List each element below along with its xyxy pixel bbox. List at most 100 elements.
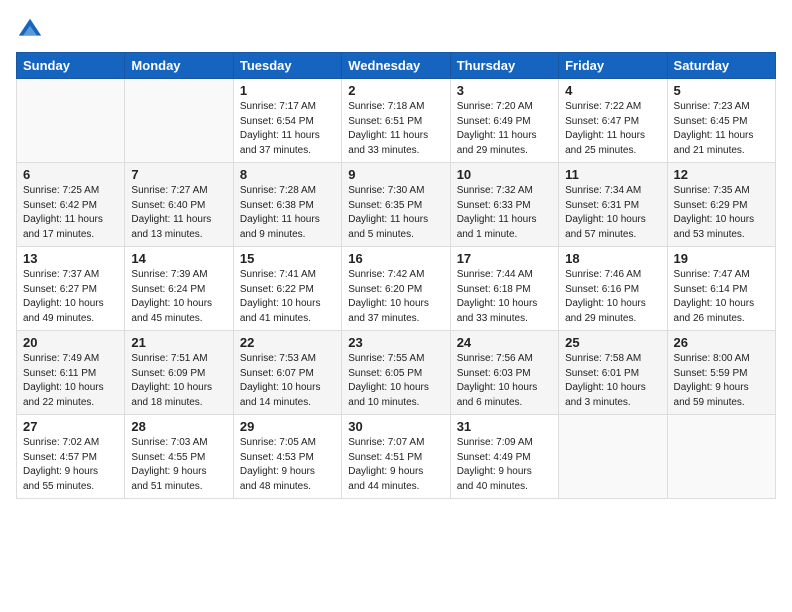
day-info: Sunrise: 7:41 AM Sunset: 6:22 PM Dayligh… <box>240 268 335 326</box>
calendar-cell: 6 Sunrise: 7:25 AM Sunset: 6:42 PM Daylig… <box>17 163 125 247</box>
calendar-cell: 28 Sunrise: 7:03 AM Sunset: 4:55 PM Dayli… <box>125 415 233 499</box>
day-info: Sunrise: 7:23 AM Sunset: 6:45 PM Dayligh… <box>674 100 769 158</box>
calendar-cell: 15 Sunrise: 7:41 AM Sunset: 6:22 PM Dayli… <box>233 247 341 331</box>
weekday-header-saturday: Saturday <box>667 53 775 79</box>
calendar-cell: 11 Sunrise: 7:34 AM Sunset: 6:31 PM Dayli… <box>559 163 667 247</box>
day-number: 3 <box>457 83 552 98</box>
calendar-cell <box>17 79 125 163</box>
weekday-header-thursday: Thursday <box>450 53 558 79</box>
day-number: 22 <box>240 335 335 350</box>
weekday-header-tuesday: Tuesday <box>233 53 341 79</box>
day-number: 23 <box>348 335 443 350</box>
day-number: 10 <box>457 167 552 182</box>
day-number: 26 <box>674 335 769 350</box>
day-info: Sunrise: 7:46 AM Sunset: 6:16 PM Dayligh… <box>565 268 660 326</box>
calendar-cell: 16 Sunrise: 7:42 AM Sunset: 6:20 PM Dayli… <box>342 247 450 331</box>
calendar-cell: 21 Sunrise: 7:51 AM Sunset: 6:09 PM Dayli… <box>125 331 233 415</box>
day-number: 6 <box>23 167 118 182</box>
day-number: 7 <box>131 167 226 182</box>
day-info: Sunrise: 7:39 AM Sunset: 6:24 PM Dayligh… <box>131 268 226 326</box>
day-number: 25 <box>565 335 660 350</box>
calendar-cell: 7 Sunrise: 7:27 AM Sunset: 6:40 PM Daylig… <box>125 163 233 247</box>
weekday-header-monday: Monday <box>125 53 233 79</box>
day-number: 28 <box>131 419 226 434</box>
day-info: Sunrise: 7:35 AM Sunset: 6:29 PM Dayligh… <box>674 184 769 242</box>
calendar-cell: 2Sunrise: 7:18 AM Sunset: 6:51 PM Daylig… <box>342 79 450 163</box>
day-info: Sunrise: 7:28 AM Sunset: 6:38 PM Dayligh… <box>240 184 335 242</box>
day-info: Sunrise: 7:49 AM Sunset: 6:11 PM Dayligh… <box>23 352 118 410</box>
calendar-cell: 31Sunrise: 7:09 AM Sunset: 4:49 PM Dayli… <box>450 415 558 499</box>
calendar-week-2: 6 Sunrise: 7:25 AM Sunset: 6:42 PM Daylig… <box>17 163 776 247</box>
day-info: Sunrise: 7:07 AM Sunset: 4:51 PM Dayligh… <box>348 436 443 494</box>
calendar-cell <box>667 415 775 499</box>
calendar-cell: 9Sunrise: 7:30 AM Sunset: 6:35 PM Daylig… <box>342 163 450 247</box>
day-number: 12 <box>674 167 769 182</box>
day-number: 13 <box>23 251 118 266</box>
calendar-cell: 30 Sunrise: 7:07 AM Sunset: 4:51 PM Dayli… <box>342 415 450 499</box>
day-number: 15 <box>240 251 335 266</box>
day-number: 27 <box>23 419 118 434</box>
day-info: Sunrise: 7:55 AM Sunset: 6:05 PM Dayligh… <box>348 352 443 410</box>
day-info: Sunrise: 7:42 AM Sunset: 6:20 PM Dayligh… <box>348 268 443 326</box>
day-number: 16 <box>348 251 443 266</box>
calendar-cell: 10 Sunrise: 7:32 AM Sunset: 6:33 PM Dayli… <box>450 163 558 247</box>
calendar-cell: 25 Sunrise: 7:58 AM Sunset: 6:01 PM Dayli… <box>559 331 667 415</box>
day-info: Sunrise: 7:30 AM Sunset: 6:35 PM Dayligh… <box>348 184 443 242</box>
calendar-week-1: 1 Sunrise: 7:17 AM Sunset: 6:54 PM Daylig… <box>17 79 776 163</box>
day-number: 20 <box>23 335 118 350</box>
day-info: Sunrise: 7:53 AM Sunset: 6:07 PM Dayligh… <box>240 352 335 410</box>
calendar-cell: 13Sunrise: 7:37 AM Sunset: 6:27 PM Dayli… <box>17 247 125 331</box>
page-header <box>16 16 776 44</box>
day-number: 29 <box>240 419 335 434</box>
day-number: 24 <box>457 335 552 350</box>
logo <box>16 16 48 44</box>
day-number: 4 <box>565 83 660 98</box>
day-info: Sunrise: 7:58 AM Sunset: 6:01 PM Dayligh… <box>565 352 660 410</box>
day-number: 31 <box>457 419 552 434</box>
day-number: 8 <box>240 167 335 182</box>
day-number: 1 <box>240 83 335 98</box>
day-number: 11 <box>565 167 660 182</box>
day-number: 30 <box>348 419 443 434</box>
day-info: Sunrise: 7:02 AM Sunset: 4:57 PM Dayligh… <box>23 436 118 494</box>
calendar-cell: 12 Sunrise: 7:35 AM Sunset: 6:29 PM Dayli… <box>667 163 775 247</box>
day-number: 17 <box>457 251 552 266</box>
weekday-header-row: SundayMondayTuesdayWednesdayThursdayFrid… <box>17 53 776 79</box>
day-info: Sunrise: 7:22 AM Sunset: 6:47 PM Dayligh… <box>565 100 660 158</box>
day-info: Sunrise: 7:51 AM Sunset: 6:09 PM Dayligh… <box>131 352 226 410</box>
calendar-cell: 8 Sunrise: 7:28 AM Sunset: 6:38 PM Daylig… <box>233 163 341 247</box>
day-info: Sunrise: 7:20 AM Sunset: 6:49 PM Dayligh… <box>457 100 552 158</box>
calendar-cell: 1 Sunrise: 7:17 AM Sunset: 6:54 PM Daylig… <box>233 79 341 163</box>
day-number: 21 <box>131 335 226 350</box>
day-number: 19 <box>674 251 769 266</box>
calendar-cell: 22 Sunrise: 7:53 AM Sunset: 6:07 PM Dayli… <box>233 331 341 415</box>
calendar-cell: 4 Sunrise: 7:22 AM Sunset: 6:47 PM Daylig… <box>559 79 667 163</box>
calendar-cell: 29 Sunrise: 7:05 AM Sunset: 4:53 PM Dayli… <box>233 415 341 499</box>
weekday-header-sunday: Sunday <box>17 53 125 79</box>
weekday-header-wednesday: Wednesday <box>342 53 450 79</box>
calendar-cell: 18Sunrise: 7:46 AM Sunset: 6:16 PM Dayli… <box>559 247 667 331</box>
day-info: Sunrise: 7:25 AM Sunset: 6:42 PM Dayligh… <box>23 184 118 242</box>
day-info: Sunrise: 7:56 AM Sunset: 6:03 PM Dayligh… <box>457 352 552 410</box>
calendar-cell: 5 Sunrise: 7:23 AM Sunset: 6:45 PM Daylig… <box>667 79 775 163</box>
calendar-cell: 20 Sunrise: 7:49 AM Sunset: 6:11 PM Dayli… <box>17 331 125 415</box>
day-info: Sunrise: 7:32 AM Sunset: 6:33 PM Dayligh… <box>457 184 552 242</box>
calendar-cell: 23 Sunrise: 7:55 AM Sunset: 6:05 PM Dayli… <box>342 331 450 415</box>
day-info: Sunrise: 7:03 AM Sunset: 4:55 PM Dayligh… <box>131 436 226 494</box>
calendar-week-5: 27 Sunrise: 7:02 AM Sunset: 4:57 PM Dayli… <box>17 415 776 499</box>
day-info: Sunrise: 7:34 AM Sunset: 6:31 PM Dayligh… <box>565 184 660 242</box>
day-info: Sunrise: 7:17 AM Sunset: 6:54 PM Dayligh… <box>240 100 335 158</box>
day-number: 5 <box>674 83 769 98</box>
day-info: Sunrise: 7:05 AM Sunset: 4:53 PM Dayligh… <box>240 436 335 494</box>
day-info: Sunrise: 7:44 AM Sunset: 6:18 PM Dayligh… <box>457 268 552 326</box>
calendar-cell: 3 Sunrise: 7:20 AM Sunset: 6:49 PM Daylig… <box>450 79 558 163</box>
calendar-week-3: 13Sunrise: 7:37 AM Sunset: 6:27 PM Dayli… <box>17 247 776 331</box>
day-number: 2 <box>348 83 443 98</box>
day-info: Sunrise: 7:27 AM Sunset: 6:40 PM Dayligh… <box>131 184 226 242</box>
calendar-cell: 24 Sunrise: 7:56 AM Sunset: 6:03 PM Dayli… <box>450 331 558 415</box>
weekday-header-friday: Friday <box>559 53 667 79</box>
calendar-cell: 19 Sunrise: 7:47 AM Sunset: 6:14 PM Dayli… <box>667 247 775 331</box>
day-info: Sunrise: 7:47 AM Sunset: 6:14 PM Dayligh… <box>674 268 769 326</box>
calendar-cell: 17 Sunrise: 7:44 AM Sunset: 6:18 PM Dayli… <box>450 247 558 331</box>
logo-icon <box>16 16 44 44</box>
